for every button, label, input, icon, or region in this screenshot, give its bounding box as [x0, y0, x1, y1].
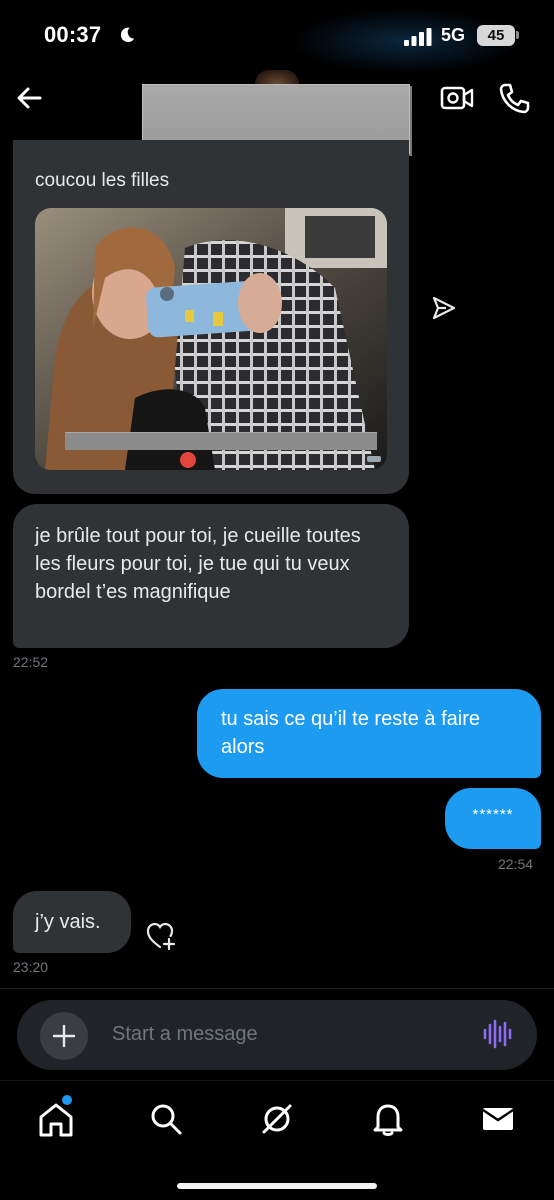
bell-icon[interactable] — [368, 1099, 408, 1139]
voice-wave-icon[interactable] — [482, 1018, 514, 1050]
arrow-left-icon[interactable] — [14, 82, 46, 114]
plus-icon — [52, 1024, 76, 1048]
camera-badge-icon — [180, 452, 196, 468]
message-bubble-outgoing[interactable]: ****** — [445, 788, 541, 849]
message-composer[interactable]: Start a message — [17, 1000, 537, 1070]
redacted-bar — [65, 432, 377, 450]
home-indicator[interactable] — [177, 1183, 377, 1189]
message-text: tu sais ce qu’il te reste à faire alors — [221, 708, 481, 758]
share-icon[interactable] — [430, 294, 458, 322]
attached-photo[interactable] — [35, 208, 387, 470]
message-timestamp: 23:20 — [13, 959, 49, 975]
battery-icon: 45 — [477, 25, 515, 46]
mail-icon[interactable] — [478, 1099, 518, 1139]
message-timestamp: 22:52 — [13, 654, 49, 670]
message-text: j’y vais. — [35, 911, 101, 933]
message-bubble-incoming[interactable]: je brûle tout pour toi, je cueille toute… — [13, 504, 409, 648]
search-icon[interactable] — [146, 1099, 186, 1139]
add-media-button[interactable] — [40, 1012, 88, 1060]
phone-icon[interactable] — [497, 82, 531, 114]
photo-content — [35, 208, 387, 470]
message-text: ****** — [472, 806, 514, 823]
dm-conversation-screen: 00:37 5G 45 coucou les filles je brûle t… — [0, 0, 554, 1200]
divider — [0, 988, 554, 989]
message-text: coucou les filles — [35, 170, 170, 191]
photo-tag — [367, 456, 381, 462]
heart-plus-icon[interactable] — [145, 921, 177, 951]
home-icon[interactable] — [36, 1099, 76, 1139]
message-bubble-incoming[interactable]: j’y vais. — [13, 891, 131, 953]
message-input[interactable]: Start a message — [112, 1023, 258, 1046]
bottom-tab-bar — [0, 1080, 554, 1200]
network-type: 5G — [441, 25, 466, 45]
avatar[interactable] — [255, 70, 299, 84]
notification-dot — [62, 1095, 72, 1105]
status-time: 00:37 — [44, 22, 102, 47]
message-timestamp: 22:54 — [498, 856, 534, 872]
signal-icon — [404, 28, 432, 46]
battery-cap — [516, 31, 519, 39]
grok-icon[interactable] — [257, 1099, 297, 1139]
video-camera-icon[interactable] — [440, 82, 474, 114]
message-bubble-outgoing[interactable]: tu sais ce qu’il te reste à faire alors — [197, 689, 541, 778]
status-bar: 00:37 5G 45 — [0, 0, 554, 74]
moon-icon — [120, 27, 135, 43]
message-text: je brûle tout pour toi, je cueille toute… — [35, 525, 361, 603]
message-bubble-incoming[interactable]: coucou les filles — [13, 140, 409, 494]
